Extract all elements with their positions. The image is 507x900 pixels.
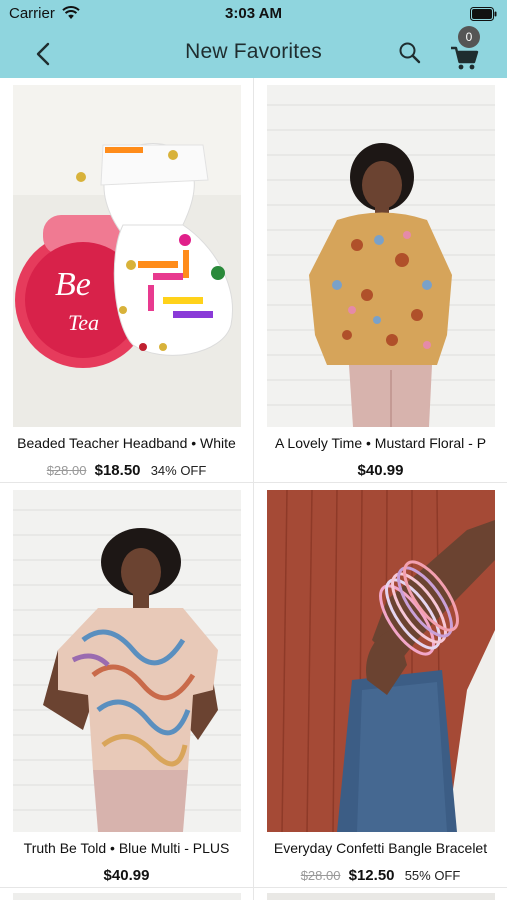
product-name: Truth Be Told • Blue Multi - PLUS xyxy=(23,840,230,856)
product-card[interactable]: Truth Be Told • Blue Multi - PLUS $40.99 xyxy=(0,483,253,887)
product-image-peek xyxy=(267,893,495,900)
app-header: Carrier 3:03 AM New Favorites 0 xyxy=(0,0,507,78)
product-grid: Be Tea Beaded Teacher Headband • White $… xyxy=(0,78,507,900)
product-card[interactable]: Be Tea Beaded Teacher Headband • White $… xyxy=(0,78,253,482)
discount-label: 34% OFF xyxy=(150,463,207,478)
page-title: New Favorites xyxy=(185,40,322,63)
product-image-peek xyxy=(13,893,241,900)
status-bar: Carrier 3:03 AM xyxy=(0,0,507,28)
search-button[interactable] xyxy=(397,40,423,66)
price-row: $28.00 $18.50 34% OFF xyxy=(0,462,253,479)
product-image-floral-top[interactable] xyxy=(267,85,495,427)
product-card[interactable]: Everyday Confetti Bangle Bracelet $28.00… xyxy=(254,483,507,887)
price-row: $40.99 xyxy=(254,462,507,479)
price-row: $28.00 $12.50 55% OFF xyxy=(254,867,507,884)
product-name: A Lovely Time • Mustard Floral - P xyxy=(274,435,487,451)
original-price: $28.00 xyxy=(46,463,87,478)
product-name: Everyday Confetti Bangle Bracelet xyxy=(273,840,488,856)
product-image-headband[interactable]: Be Tea xyxy=(13,85,241,427)
sale-price: $18.50 xyxy=(94,462,141,479)
product-card[interactable]: A Lovely Time • Mustard Floral - P $40.9… xyxy=(254,78,507,482)
svg-text:Tea: Tea xyxy=(68,310,99,335)
battery-icon xyxy=(470,7,497,21)
price-row: $40.99 xyxy=(0,867,253,884)
product-name: Beaded Teacher Headband • White xyxy=(17,435,236,451)
price: $40.99 xyxy=(357,462,404,479)
clock: 3:03 AM xyxy=(225,5,282,22)
discount-label: 55% OFF xyxy=(404,868,461,883)
sale-price: $12.50 xyxy=(348,867,395,884)
product-image-blue-multi[interactable] xyxy=(13,490,241,832)
cart-count-badge: 0 xyxy=(458,26,480,48)
row-divider xyxy=(0,887,507,888)
price: $40.99 xyxy=(103,867,150,884)
navigation-bar: New Favorites xyxy=(0,28,507,78)
svg-text:Be: Be xyxy=(55,266,91,303)
search-icon xyxy=(399,42,421,64)
original-price: $28.00 xyxy=(300,868,341,883)
product-image-bangle-bracelets[interactable] xyxy=(267,490,495,832)
